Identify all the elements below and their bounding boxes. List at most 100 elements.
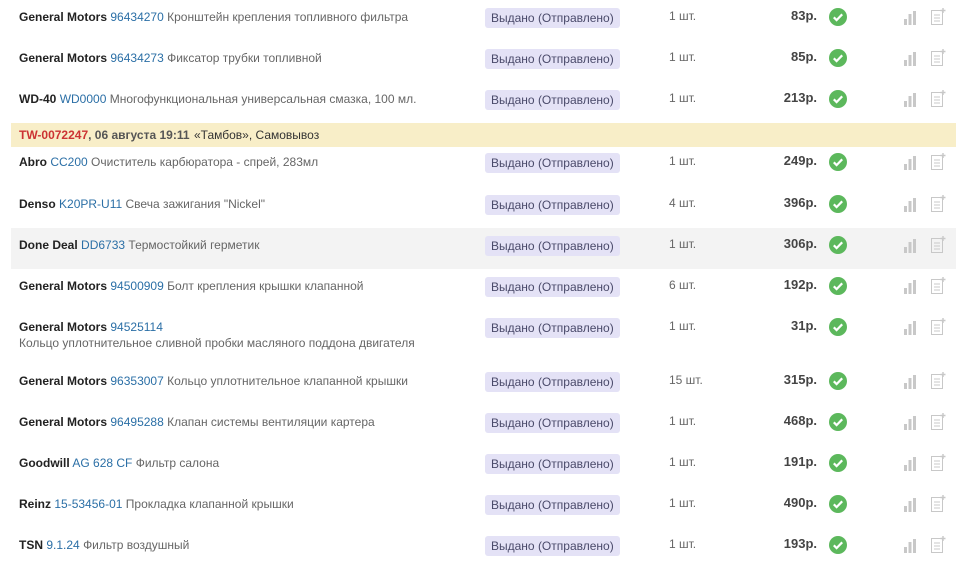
item-article-link[interactable]: 96353007 [110,374,163,388]
add-note-icon[interactable] [931,277,946,294]
item-article-link[interactable]: CC200 [50,155,87,169]
item-name: Кронштейн крепления топливного фильтра [167,10,409,24]
item-brand: General Motors [19,279,108,293]
item-quantity: 1 шт. [669,496,697,510]
add-note-icon[interactable] [931,153,946,170]
item-name: Многофункциональная универсальная смазка… [109,92,417,106]
order-item-row: WD-40 WD0000 Многофункциональная универс… [11,82,956,123]
item-quantity: 1 шт. [669,319,697,333]
order-item-row: General Motors 96353007 Кольцо уплотните… [11,364,956,405]
bar-chart-icon[interactable] [904,279,919,294]
item-name: Кольцо уплотнительное клапанной крышки [167,374,408,388]
status-badge: Выдано (Отправлено) [485,195,620,215]
bar-chart-icon[interactable] [904,415,919,430]
item-price: 306р. [783,236,817,251]
status-badge: Выдано (Отправлено) [485,372,620,392]
order-item-row: TSN 9.1.24 Фильтр воздушный Выдано (Отпр… [11,528,956,569]
bar-chart-icon[interactable] [904,155,919,170]
item-quantity: 1 шт. [669,455,697,469]
check-circle-icon [829,90,847,108]
bar-chart-icon[interactable] [904,456,919,471]
order-item-row: General Motors 94525114 Кольцо уплотните… [11,310,956,364]
order-item-row: Abro CC200 Очиститель карбюратора - спре… [11,147,956,187]
item-quantity: 1 шт. [669,50,697,64]
status-badge: Выдано (Отправлено) [485,49,620,69]
add-note-icon[interactable] [931,318,946,335]
item-price: 85р. [790,49,817,64]
item-description: General Motors 96434270 Кронштейн крепле… [19,9,479,25]
add-note-icon[interactable] [931,495,946,512]
add-note-icon[interactable] [931,90,946,107]
bar-chart-icon[interactable] [904,497,919,512]
item-article-link[interactable]: K20PR-U11 [59,197,122,211]
bar-chart-icon[interactable] [904,51,919,66]
item-price: 213р. [783,90,817,105]
add-note-icon[interactable] [931,454,946,471]
item-name: Очиститель карбюратора - спрей, 283мл [91,155,319,169]
item-article-link[interactable]: 9.1.24 [46,538,79,552]
order-date: , 06 августа 19:11 [88,128,190,142]
add-note-icon[interactable] [931,372,946,389]
bar-chart-icon[interactable] [904,197,919,212]
item-article-link[interactable]: 96495288 [110,415,163,429]
item-article-link[interactable]: 94525114 [110,320,163,334]
item-price: 192р. [783,277,817,292]
item-article-link[interactable]: WD0000 [60,92,107,106]
item-description: General Motors 94500909 Болт крепления к… [19,278,479,294]
item-article-link[interactable]: 96434270 [110,10,163,24]
item-description: General Motors 96353007 Кольцо уплотните… [19,373,479,389]
add-note-icon[interactable] [931,195,946,212]
bar-chart-icon[interactable] [904,10,919,25]
item-price: 191р. [783,454,817,469]
add-note-icon[interactable] [931,49,946,66]
item-brand: General Motors [19,51,108,65]
item-brand: Abro [19,155,47,169]
order-item-row: General Motors 96434273 Фиксатор трубки … [11,41,956,82]
item-article-link[interactable]: AG 628 CF [72,456,132,470]
add-note-icon[interactable] [931,8,946,25]
item-quantity: 1 шт. [669,237,697,251]
add-note-icon[interactable] [931,236,946,253]
bar-chart-icon[interactable] [904,538,919,553]
item-quantity: 1 шт. [669,91,697,105]
item-article-link[interactable]: 94500909 [110,279,163,293]
item-name: Болт крепления крышки клапанной [167,279,364,293]
item-article-link[interactable]: 96434273 [110,51,163,65]
item-quantity: 6 шт. [669,278,697,292]
item-article-link[interactable]: 15-53456-01 [54,497,122,511]
add-note-icon[interactable] [931,536,946,553]
item-brand: Goodwill [19,456,70,470]
item-brand: Reinz [19,497,52,511]
check-circle-icon [829,495,847,513]
bar-chart-icon[interactable] [904,92,919,107]
status-badge: Выдано (Отправлено) [485,495,620,515]
bar-chart-icon[interactable] [904,238,919,253]
item-price: 396р. [783,195,817,210]
status-badge: Выдано (Отправлено) [485,536,620,556]
status-badge: Выдано (Отправлено) [485,153,620,173]
item-price: 468р. [783,413,817,428]
status-badge: Выдано (Отправлено) [485,318,620,338]
item-description: Denso K20PR-U11 Свеча зажигания "Nickel" [19,196,479,212]
check-circle-icon [829,8,847,26]
item-description: Done Deal DD6733 Термостойкий герметик [19,237,479,253]
bar-chart-icon[interactable] [904,374,919,389]
item-article-link[interactable]: DD6733 [81,238,125,252]
item-description: General Motors 96495288 Клапан системы в… [19,414,479,430]
item-quantity: 4 шт. [669,196,697,210]
check-circle-icon [829,536,847,554]
check-circle-icon [829,277,847,295]
item-name: Фильтр воздушный [83,538,190,552]
item-name: Прокладка клапанной крышки [125,497,294,511]
status-badge: Выдано (Отправлено) [485,413,620,433]
order-item-row: General Motors 94500909 Болт крепления к… [11,269,956,310]
item-price: 31р. [790,318,817,333]
status-badge: Выдано (Отправлено) [485,8,620,28]
add-note-icon[interactable] [931,413,946,430]
item-name: Свеча зажигания "Nickel" [125,197,266,211]
order-number-link[interactable]: TW-0072247 [19,128,88,142]
check-circle-icon [829,372,847,390]
item-brand: Done Deal [19,238,78,252]
bar-chart-icon[interactable] [904,320,919,335]
status-badge: Выдано (Отправлено) [485,454,620,474]
